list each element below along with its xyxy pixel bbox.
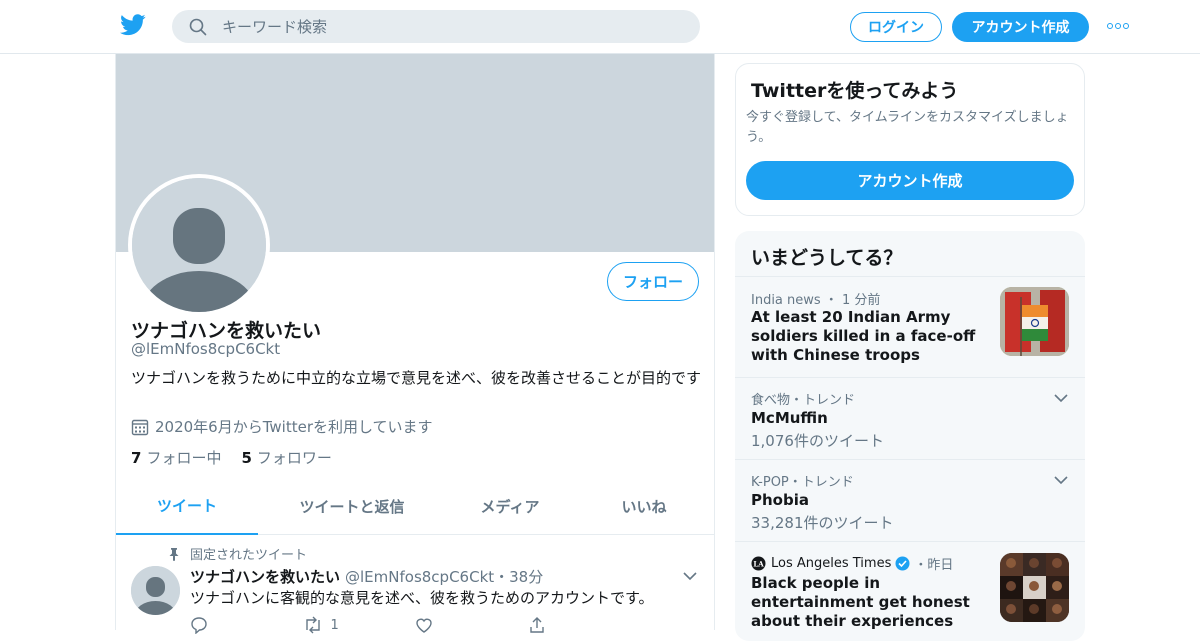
trends-card: いまどうしてる？ India news ・ 1 分前 At least 20 I…	[735, 231, 1085, 641]
trend-item[interactable]: K-POP・トレンド Phobia 33,281件のツイート	[735, 459, 1085, 541]
tweet-text: ツナゴハンに客観的な意見を述べ、彼を救うためのアカウントです。	[190, 589, 654, 607]
search-bar[interactable]	[172, 10, 700, 43]
trend-meta: 食べ物・トレンド	[751, 393, 856, 408]
profile-name: ツナゴハンを救いたい	[131, 320, 322, 342]
search-icon	[189, 18, 207, 36]
tab-media[interactable]: メディア	[446, 478, 574, 535]
like-button[interactable]	[415, 616, 528, 634]
trend-title: Black people in entertainment get honest…	[751, 574, 970, 630]
default-avatar-icon	[132, 178, 266, 312]
pinned-tweet[interactable]: 固定されたツイート ツナゴハンを救いたい @lEmNfos8cpC6Ckt・38…	[116, 536, 714, 636]
profile-column: フォロー ツナゴハンを救いたい @lEmNfos8cpC6Ckt ツナゴハンを救…	[115, 54, 715, 634]
svg-text:LA: LA	[753, 560, 764, 569]
retweet-button[interactable]: 1	[303, 616, 416, 634]
signup-card-title: Twitterを使ってみよう	[751, 80, 959, 102]
news-thumbnail	[1000, 553, 1069, 622]
trends-title: いまどうしてる？	[751, 247, 903, 269]
joined-text: 2020年6月からTwitterを利用しています	[155, 418, 433, 436]
share-icon	[529, 617, 544, 633]
trend-title: At least 20 Indian Army soldiers killed …	[751, 308, 976, 364]
share-button[interactable]	[528, 616, 641, 634]
profile-bio: ツナゴハンを救うために中立的な立場で意見を述べ、彼を改善させることが目的です	[131, 369, 702, 387]
top-bar: ログイン アカウント作成	[0, 0, 1200, 54]
retweet-icon	[305, 616, 320, 634]
signup-card-subtitle: 今すぐ登録して、タイムラインをカスタマイズしましょう。	[746, 110, 1069, 145]
trend-item[interactable]: LA Los Angeles Times ・昨日 Black people in…	[735, 541, 1085, 641]
chevron-down-icon[interactable]	[682, 570, 698, 582]
chevron-down-icon[interactable]	[1053, 392, 1069, 404]
trend-count: 33,281件のツイート	[751, 514, 894, 532]
signup-card-button[interactable]: アカウント作成	[746, 161, 1074, 200]
more-options-icon[interactable]	[1107, 18, 1131, 34]
joined-date: 2020年6月からTwitterを利用しています	[131, 416, 433, 437]
pinned-indicator: 固定されたツイート	[168, 544, 307, 563]
trend-title: McMuffin	[751, 409, 828, 427]
trend-count: 1,076件のツイート	[751, 432, 884, 450]
trend-meta: India news ・ 1 分前	[751, 293, 881, 308]
follow-button[interactable]: フォロー	[607, 262, 699, 301]
signup-button[interactable]: アカウント作成	[952, 12, 1089, 42]
follow-stats: 7 フォロー中 5 フォロワー	[131, 447, 352, 468]
followers-link[interactable]: 5 フォロワー	[241, 447, 331, 468]
profile-avatar[interactable]	[128, 174, 270, 316]
reply-icon	[191, 617, 207, 634]
trend-meta: K-POP・トレンド	[751, 475, 854, 490]
twitter-logo-icon[interactable]	[120, 14, 146, 36]
tweet-handle-time[interactable]: @lEmNfos8cpC6Ckt・38分	[345, 566, 543, 587]
trend-item[interactable]: 食べ物・トレンド McMuffin 1,076件のツイート	[735, 377, 1085, 459]
login-button[interactable]: ログイン	[850, 12, 942, 42]
calendar-icon	[131, 419, 149, 435]
search-input[interactable]	[222, 10, 682, 43]
pin-icon	[169, 547, 179, 561]
tweet-actions: 1	[190, 616, 640, 634]
tweet-author-name[interactable]: ツナゴハンを救いたい	[190, 566, 340, 587]
news-thumbnail	[1000, 287, 1069, 356]
chevron-down-icon[interactable]	[1053, 474, 1069, 486]
trend-title: Phobia	[751, 491, 809, 509]
tab-likes[interactable]: いいね	[574, 478, 714, 535]
tweet-avatar[interactable]	[131, 566, 180, 615]
profile-handle: @lEmNfos8cpC6Ckt	[131, 340, 281, 358]
signup-card: Twitterを使ってみよう 今すぐ登録して、タイムラインをカスタマイズしましょ…	[735, 63, 1085, 216]
reply-button[interactable]	[190, 616, 303, 634]
trend-item[interactable]: India news ・ 1 分前 At least 20 Indian Arm…	[735, 276, 1085, 377]
following-link[interactable]: 7 フォロー中	[131, 447, 221, 468]
profile-tabs: ツイート ツイートと返信 メディア いいね	[116, 478, 714, 535]
tab-tweets-replies[interactable]: ツイートと返信	[258, 478, 446, 535]
default-avatar-icon	[131, 566, 180, 615]
la-times-logo-icon: LA	[751, 556, 766, 571]
trend-meta: LA Los Angeles Times ・昨日	[751, 554, 953, 573]
verified-badge-icon	[895, 556, 910, 571]
tab-tweets[interactable]: ツイート	[116, 478, 258, 535]
retweet-count: 1	[330, 617, 339, 633]
heart-icon	[416, 618, 432, 633]
